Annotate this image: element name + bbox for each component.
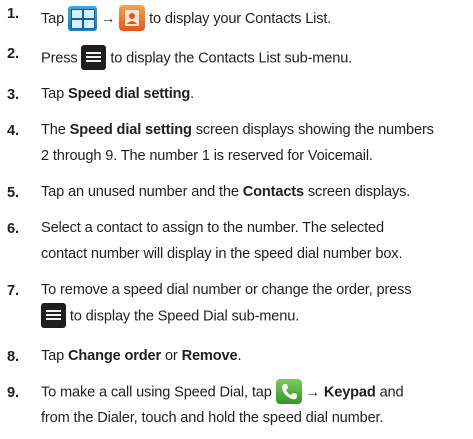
step-text: To remove a speed dial number or change … xyxy=(41,278,471,329)
step-text: Tap Change order or Remove. xyxy=(41,348,242,364)
step-number: 5. xyxy=(7,185,19,201)
step-number: 2. xyxy=(7,46,19,62)
applications-grid-icon xyxy=(67,5,97,31)
arrow-icon: → xyxy=(100,10,116,27)
step-text: Select a contact to assign to the number… xyxy=(41,220,403,262)
step-number: 8. xyxy=(7,349,19,365)
step-text: Tap an unused number and the Contacts sc… xyxy=(41,184,411,200)
step-text: Press to display the Contacts List sub-m… xyxy=(41,45,471,72)
step-number: 9. xyxy=(7,385,19,401)
step-text: To make a call using Speed Dial, tap → K… xyxy=(41,379,471,431)
step-number: 3. xyxy=(7,87,19,103)
phone-icon xyxy=(275,379,302,404)
step-number: 1. xyxy=(7,6,19,22)
step-number: 4. xyxy=(7,123,19,139)
menu-key-icon xyxy=(81,45,107,70)
step-number: 7. xyxy=(7,283,19,299)
step-number: 6. xyxy=(7,221,19,237)
step-text: Tap → to display your Contacts List. xyxy=(41,5,471,32)
arrow-icon: → xyxy=(305,384,320,401)
step-text: The Speed dial setting screen displays s… xyxy=(41,122,434,164)
contacts-icon xyxy=(119,5,146,31)
step-text: Tap Speed dial setting. xyxy=(41,86,195,102)
menu-key-icon xyxy=(41,302,66,328)
